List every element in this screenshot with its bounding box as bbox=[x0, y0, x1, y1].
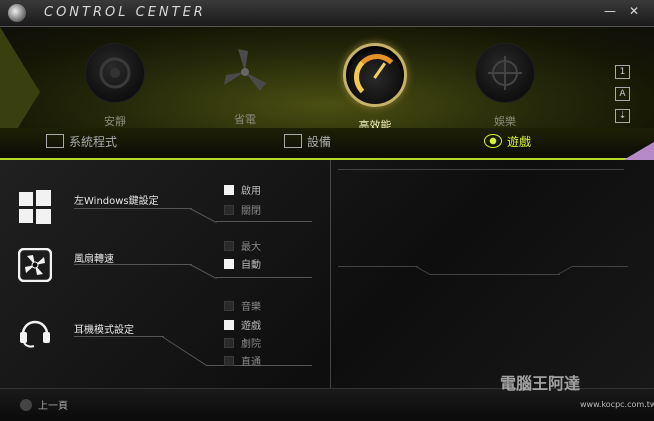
option-theater-label: 劇院 bbox=[241, 339, 261, 350]
fan-box-icon bbox=[17, 247, 53, 283]
mode-entertainment[interactable]: 娛樂 bbox=[450, 37, 560, 132]
headset-icon bbox=[18, 314, 52, 348]
checkbox[interactable] bbox=[224, 320, 234, 330]
tab-system-programs-label: 系統程式 bbox=[69, 135, 118, 149]
mode-high-performance[interactable]: 高效能 bbox=[320, 37, 430, 132]
back-icon[interactable] bbox=[20, 399, 32, 411]
headset-mode-label: 耳機模式設定 bbox=[74, 325, 134, 336]
divider-line bbox=[74, 264, 192, 265]
checkbox[interactable] bbox=[224, 259, 234, 269]
tab-bar: 系統程式 設備 遊戲 bbox=[0, 128, 654, 160]
app-logo-icon bbox=[8, 4, 26, 22]
option-music[interactable]: 音樂 bbox=[224, 298, 261, 313]
minimize-button[interactable]: — bbox=[602, 4, 618, 18]
tab-devices-label: 設備 bbox=[307, 135, 332, 149]
checkbox[interactable] bbox=[224, 338, 234, 348]
divider-line bbox=[415, 266, 431, 275]
detail-pane bbox=[332, 160, 654, 388]
checkbox[interactable] bbox=[224, 205, 234, 215]
option-theater[interactable]: 劇院 bbox=[224, 335, 261, 350]
speaker-icon bbox=[85, 43, 145, 103]
option-game[interactable]: 遊戲 bbox=[224, 317, 261, 332]
checkbox[interactable] bbox=[224, 185, 234, 195]
tab-system-programs[interactable]: 系統程式 bbox=[46, 133, 117, 150]
target-icon bbox=[475, 43, 535, 103]
tab-gaming[interactable]: 遊戲 bbox=[484, 133, 531, 150]
option-passthrough-label: 直通 bbox=[241, 357, 261, 368]
watermark-text: 電腦王阿達 bbox=[500, 374, 581, 393]
option-game-label: 遊戲 bbox=[241, 321, 261, 332]
option-auto-label: 自動 bbox=[241, 260, 261, 271]
back-button-label[interactable]: 上一頁 bbox=[38, 397, 68, 412]
title-bar: CONTROL CENTER — ✕ bbox=[0, 0, 654, 27]
windows-logo-icon bbox=[18, 190, 52, 224]
option-max-label: 最大 bbox=[241, 242, 261, 253]
divider-line bbox=[74, 336, 164, 337]
eye-icon bbox=[484, 134, 502, 148]
app-title: CONTROL CENTER bbox=[44, 5, 206, 20]
divider-line bbox=[189, 208, 217, 224]
option-music-label: 音樂 bbox=[241, 302, 261, 313]
tab-devices[interactable]: 設備 bbox=[284, 133, 331, 150]
checkbox[interactable] bbox=[224, 241, 234, 251]
option-disable-label: 關閉 bbox=[241, 206, 261, 217]
checkbox[interactable] bbox=[224, 301, 234, 311]
download-icon[interactable]: ⇣ bbox=[615, 109, 630, 123]
gauge-icon bbox=[343, 43, 407, 107]
mode-power-saving[interactable]: 省電 bbox=[190, 37, 300, 132]
monitor-icon bbox=[46, 134, 64, 148]
close-button[interactable]: ✕ bbox=[626, 4, 642, 18]
option-disable[interactable]: 關閉 bbox=[224, 202, 261, 217]
windows-key-setting-label: 左Windows鍵設定 bbox=[74, 196, 159, 207]
option-passthrough[interactable]: 直通 bbox=[224, 353, 261, 368]
settings-list: 左Windows鍵設定 啟用 關閉 風扇轉速 最大 自動 耳機模式設定 音樂 遊… bbox=[0, 160, 331, 388]
divider-line bbox=[557, 266, 573, 275]
mode-quiet-label: 安靜 bbox=[104, 115, 126, 128]
option-enable[interactable]: 啟用 bbox=[224, 182, 261, 197]
purple-accent-decoration bbox=[620, 142, 654, 162]
option-max[interactable]: 最大 bbox=[224, 238, 261, 253]
divider-line bbox=[161, 336, 208, 367]
profile-1-icon[interactable]: 1 bbox=[615, 65, 630, 79]
fan-icon bbox=[216, 43, 274, 101]
checkbox[interactable] bbox=[224, 356, 234, 366]
fan-speed-label: 風扇轉速 bbox=[74, 254, 114, 265]
option-auto[interactable]: 自動 bbox=[224, 256, 261, 271]
usb-icon bbox=[284, 134, 302, 148]
option-enable-label: 啟用 bbox=[241, 186, 261, 197]
divider-line bbox=[189, 264, 217, 280]
tab-gaming-label: 遊戲 bbox=[507, 135, 532, 149]
watermark-url: www.kocpc.com.tw bbox=[580, 400, 654, 409]
mode-entertainment-label: 娛樂 bbox=[494, 115, 516, 128]
divider-line bbox=[216, 277, 312, 278]
profile-a-icon[interactable]: A bbox=[615, 87, 630, 101]
divider-line bbox=[216, 221, 312, 222]
divider-line bbox=[430, 274, 560, 275]
mode-power-saving-label: 省電 bbox=[234, 113, 256, 126]
mode-quiet[interactable]: 安靜 bbox=[60, 37, 170, 132]
control-center-window: CONTROL CENTER — ✕ 安靜 省電 高效能 娛樂 1 A ⇣ 系統… bbox=[0, 0, 654, 421]
divider-line bbox=[338, 169, 624, 170]
divider-line bbox=[572, 266, 628, 267]
divider-line bbox=[338, 266, 418, 267]
gaming-settings-panel: 左Windows鍵設定 啟用 關閉 風扇轉速 最大 自動 耳機模式設定 音樂 遊… bbox=[0, 160, 654, 388]
divider-line bbox=[74, 208, 192, 209]
